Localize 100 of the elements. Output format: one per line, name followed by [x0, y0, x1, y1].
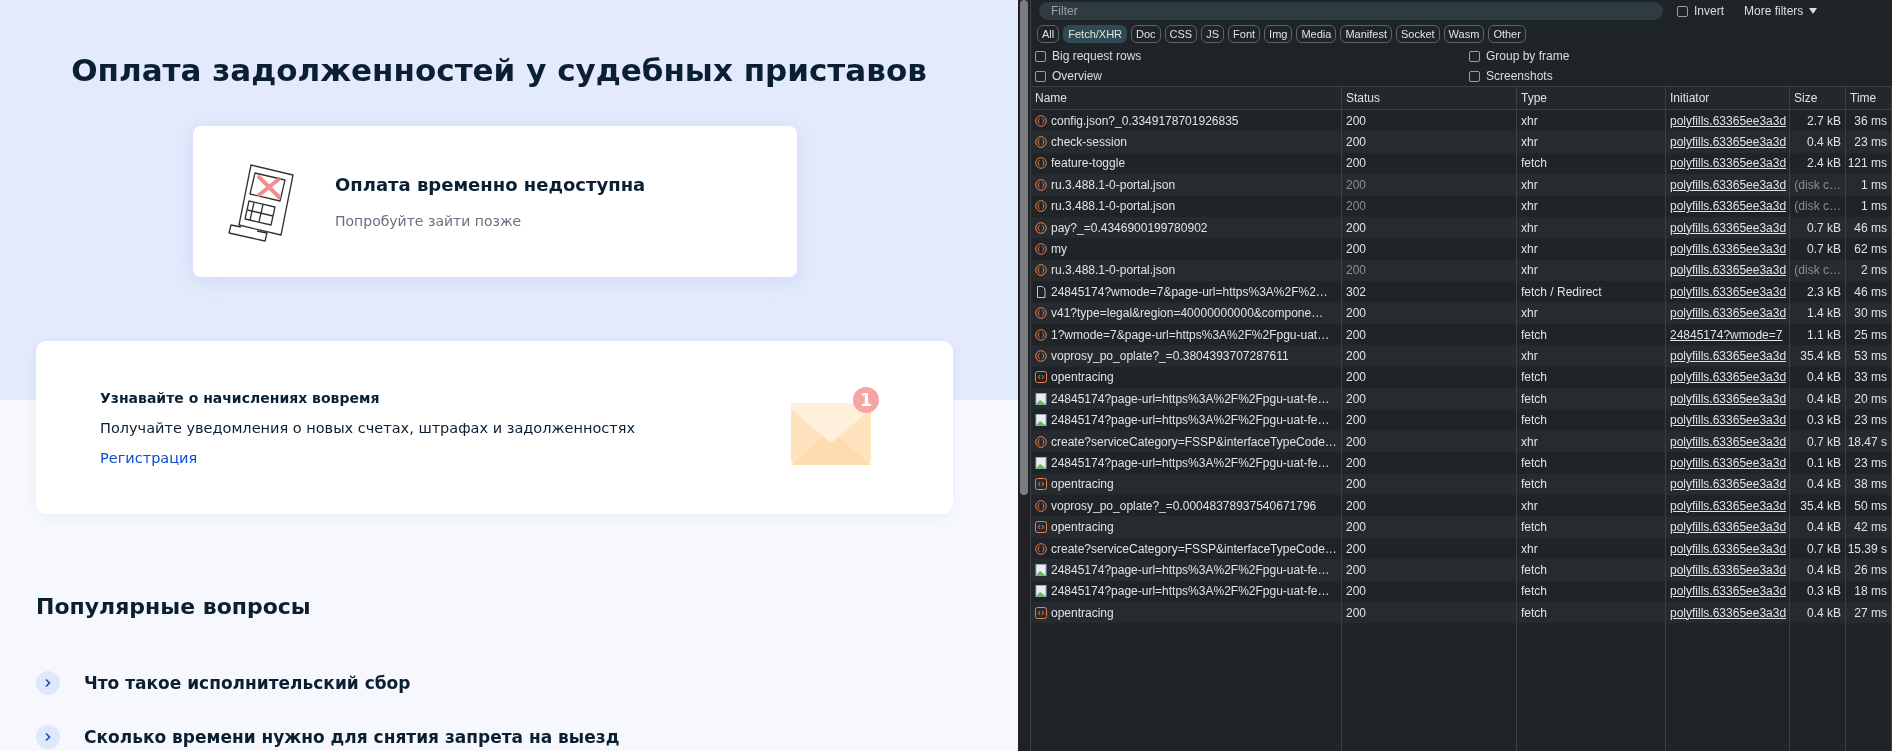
request-row[interactable]: 24845174?page-url=https%3A%2F%2Fpgu-uat-fe… 200 fetch polyfills.63365ee3a3d 0.4 kB 26 ms	[1031, 559, 1892, 581]
request-row[interactable]: my 200 xhr polyfills.63365ee3a3d 0.7 kB 62 ms	[1031, 238, 1892, 260]
filter-field[interactable]: Filter	[1039, 2, 1663, 20]
request-time: 30 ms	[1854, 306, 1887, 321]
more-filters-button[interactable]: More filters	[1738, 3, 1824, 19]
request-size: 0.4 kB	[1806, 605, 1841, 620]
request-name: 24845174?wmode=7&page-url=https%3A%2F%2…	[1051, 284, 1328, 299]
column-header[interactable]: Initiator	[1670, 91, 1710, 105]
initiator-link[interactable]: polyfills.63365ee3a3d	[1670, 177, 1787, 192]
request-row[interactable]: 24845174?page-url=https%3A%2F%2Fpgu-uat-fe… 200 fetch polyfills.63365ee3a3d 0.3 kB 18 ms	[1031, 580, 1892, 602]
request-row[interactable]: ru.3.488.1-0-portal.json 200 xhr polyfills.63365ee3a3d (disk c… 1 ms	[1031, 174, 1892, 196]
column-header[interactable]: Size	[1794, 91, 1818, 105]
initiator-link[interactable]: polyfills.63365ee3a3d	[1670, 349, 1787, 363]
initiator-link[interactable]: polyfills.63365ee3a3d	[1670, 498, 1787, 513]
type-filter-chip[interactable]: Doc	[1131, 25, 1161, 43]
request-time: 50 ms	[1854, 498, 1887, 513]
notification-badge: 1	[853, 386, 879, 413]
request-type: fetch	[1521, 327, 1547, 342]
braces-icon	[1035, 264, 1047, 277]
type-filter-chip[interactable]: All	[1037, 25, 1060, 43]
request-row[interactable]: v41?type=legal&region=40000000000&compone… 200 xhr polyfills.63365ee3a3d 1.4 kB 30 ms	[1031, 302, 1892, 324]
initiator-link[interactable]: polyfills.63365ee3a3d	[1670, 156, 1787, 171]
request-row[interactable]: ru.3.488.1-0-portal.json 200 xhr polyfills.63365ee3a3d (disk c… 1 ms	[1031, 195, 1892, 217]
type-filter-chip[interactable]: Manifest	[1340, 25, 1392, 43]
initiator-link[interactable]: polyfills.63365ee3a3d	[1670, 584, 1787, 599]
initiator-link[interactable]: polyfills.63365ee3a3d	[1670, 284, 1787, 299]
type-filter-chip[interactable]: Media	[1296, 25, 1337, 43]
request-type: xhr	[1521, 177, 1538, 192]
initiator-link[interactable]: polyfills.63365ee3a3d	[1670, 477, 1787, 492]
initiator-link[interactable]: polyfills.63365ee3a3d	[1670, 605, 1787, 620]
request-time: 20 ms	[1854, 391, 1887, 406]
section-heading: Популярные вопросы	[36, 594, 311, 619]
request-row[interactable]: ru.3.488.1-0-portal.json 200 xhr polyfills.63365ee3a3d (disk c… 2 ms	[1031, 259, 1892, 282]
invert-checkbox[interactable]: Invert	[1677, 4, 1724, 18]
initiator-link[interactable]: polyfills.63365ee3a3d	[1670, 306, 1787, 321]
request-size: 0.1 kB	[1806, 455, 1841, 470]
type-filter-chip[interactable]: Fetch/XHR	[1063, 25, 1128, 43]
initiator-link[interactable]: polyfills.63365ee3a3d	[1670, 455, 1787, 470]
type-filter-chip[interactable]: Wasm	[1443, 25, 1485, 43]
page-title: Оплата задолженностей у судебных приставов	[71, 52, 928, 88]
column-header[interactable]: Type	[1521, 91, 1547, 105]
request-type: fetch	[1521, 562, 1547, 577]
type-filter-chip[interactable]: Other	[1488, 25, 1526, 43]
request-row[interactable]: check-session 200 xhr polyfills.63365ee3a3d 0.4 kB 23 ms	[1031, 131, 1892, 153]
initiator-link[interactable]: polyfills.63365ee3a3d	[1670, 370, 1787, 385]
request-size: 0.7 kB	[1806, 434, 1841, 449]
column-header[interactable]: Status	[1346, 91, 1381, 105]
initiator-link[interactable]: polyfills.63365ee3a3d	[1670, 520, 1787, 535]
request-row[interactable]: opentracing 200 fetch polyfills.63365ee3a3d 0.4 kB 38 ms	[1031, 473, 1892, 496]
status-code: 200	[1346, 135, 1367, 150]
request-type: xhr	[1521, 135, 1538, 150]
request-row[interactable]: 24845174?page-url=https%3A%2F%2Fpgu-uat-fe… 200 fetch polyfills.63365ee3a3d 0.3 kB 23 ms	[1031, 409, 1892, 431]
registration-link[interactable]: Регистрация	[100, 449, 635, 466]
request-name: pay?_=0.4346900199780902	[1051, 220, 1208, 235]
braces-icon	[1035, 136, 1047, 149]
type-filter-chip[interactable]: JS	[1201, 25, 1225, 43]
request-row[interactable]: create?serviceCategory=FSSP&interfaceTypeCode… 200 xhr polyfills.63365ee3a3d 0.7 kB 18.47 s	[1031, 430, 1892, 453]
request-row[interactable]: 24845174?page-url=https%3A%2F%2Fpgu-uat-fe… 200 fetch polyfills.63365ee3a3d 0.1 kB 23 ms	[1031, 452, 1892, 474]
initiator-link[interactable]: polyfills.63365ee3a3d	[1670, 135, 1787, 150]
faq-item[interactable]: Что такое исполнительский сбор	[36, 671, 620, 695]
column-header[interactable]: Time	[1850, 91, 1877, 105]
type-filter-chip[interactable]: Font	[1228, 25, 1261, 43]
type-filter-chip[interactable]: Img	[1264, 25, 1293, 43]
status-code: 200	[1346, 199, 1367, 214]
column-header[interactable]: Name	[1035, 91, 1067, 105]
faq-item[interactable]: Сколько времени нужно для снятия запрета на выезд	[36, 725, 620, 749]
status-code: 200	[1346, 263, 1367, 278]
initiator-link[interactable]: 24845174?wmode=7	[1670, 327, 1783, 342]
request-row[interactable]: voprosy_po_oplate?_=0.3804393707287611 200 xhr polyfills.63365ee3a3d 35.4 kB 53 ms	[1031, 345, 1892, 367]
initiator-link[interactable]: polyfills.63365ee3a3d	[1670, 242, 1787, 257]
request-row[interactable]: 24845174?wmode=7&page-url=https%3A%2F%2… 302 fetch / Redirect polyfills.63365ee3a3d 2.3 kB 46 ms	[1031, 281, 1892, 303]
type-filter-chip[interactable]: Socket	[1395, 25, 1440, 43]
initiator-link[interactable]: polyfills.63365ee3a3d	[1670, 263, 1787, 278]
request-time: 26 ms	[1854, 562, 1887, 577]
initiator-link[interactable]: polyfills.63365ee3a3d	[1670, 562, 1787, 577]
request-type: xhr	[1521, 541, 1538, 556]
initiator-link[interactable]: polyfills.63365ee3a3d	[1670, 199, 1787, 214]
request-type: fetch / Redirect	[1521, 284, 1602, 299]
type-filter-chip[interactable]: CSS	[1164, 25, 1198, 43]
option-checkbox[interactable]: Group by frame	[1469, 46, 1888, 66]
request-row[interactable]: opentracing 200 fetch polyfills.63365ee3a3d 0.4 kB 42 ms	[1031, 516, 1892, 538]
request-row[interactable]: 24845174?page-url=https%3A%2F%2Fpgu-uat-fe… 200 fetch polyfills.63365ee3a3d 0.4 kB 20 ms	[1031, 388, 1892, 410]
initiator-link[interactable]: polyfills.63365ee3a3d	[1670, 413, 1787, 428]
status-code: 200	[1346, 391, 1367, 406]
initiator-link[interactable]: polyfills.63365ee3a3d	[1670, 113, 1787, 128]
image-icon	[1035, 392, 1047, 405]
initiator-link[interactable]: polyfills.63365ee3a3d	[1670, 434, 1787, 449]
initiator-link[interactable]: polyfills.63365ee3a3d	[1670, 541, 1787, 556]
initiator-link[interactable]: polyfills.63365ee3a3d	[1670, 391, 1787, 406]
initiator-link[interactable]: polyfills.63365ee3a3d	[1670, 220, 1787, 235]
braces-icon	[1035, 178, 1047, 191]
request-row[interactable]: opentracing 200 fetch polyfills.63365ee3a3d 0.4 kB 27 ms	[1031, 602, 1892, 624]
option-checkbox[interactable]: Overview	[1035, 66, 1469, 86]
option-checkbox[interactable]: Screenshots	[1469, 66, 1888, 86]
option-checkbox[interactable]: Big request rows	[1035, 46, 1469, 66]
scrollbar-thumb[interactable]	[1020, 0, 1028, 495]
request-size: 1.4 kB	[1806, 306, 1841, 321]
request-row[interactable]: pay?_=0.4346900199780902 200 xhr polyfills.63365ee3a3d 0.7 kB 46 ms	[1031, 216, 1892, 239]
request-name: v41?type=legal&region=40000000000&compone…	[1051, 306, 1324, 321]
request-size: 0.4 kB	[1806, 391, 1841, 406]
